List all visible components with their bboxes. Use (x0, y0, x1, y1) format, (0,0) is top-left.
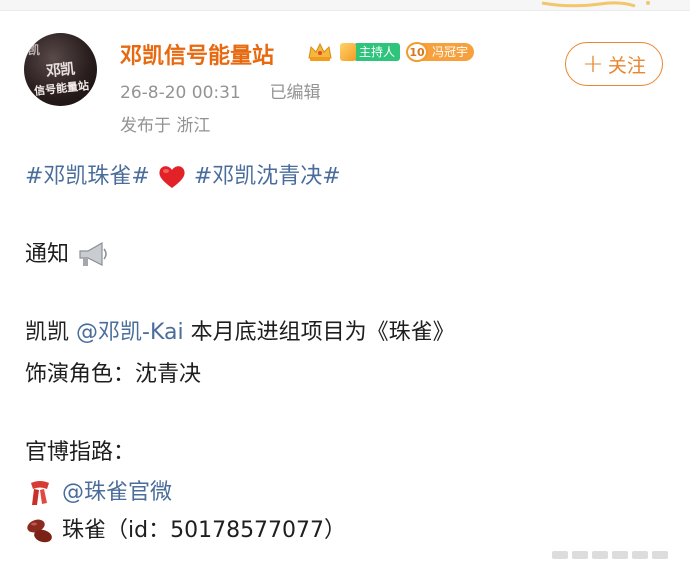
follow-button[interactable]: + 关注 (565, 42, 663, 86)
official-mention-line: @珠雀官微 (25, 474, 172, 507)
project-text-suffix: 本月底进组项目为《珠雀》 (183, 320, 455, 345)
host-badge[interactable]: 主持人 (340, 43, 401, 61)
avatar-text-top: 凯 (28, 43, 41, 57)
fan-badge[interactable]: 10 冯冠宇 (406, 42, 475, 62)
fan-badge-label: 冯冠宇 (422, 43, 475, 61)
host-badge-label: 主持人 (354, 43, 401, 61)
decoration-graphic (541, 1, 650, 8)
hashtag-link[interactable]: #邓凯珠雀# (25, 164, 150, 189)
project-line: 凯凯 @邓凯-Kai 本月底进组项目为《珠雀》 (25, 314, 455, 346)
badge-row: 主持人 10 冯冠宇 (306, 40, 475, 64)
heart-icon (159, 166, 185, 188)
hashtag-line: #邓凯珠雀# #邓凯沈青决# (25, 158, 341, 190)
follow-label: 关注 (607, 54, 646, 77)
avatar[interactable]: 凯 邓凯 信号能量站 (24, 33, 97, 106)
edited-label[interactable]: 已编辑 (270, 83, 321, 103)
beans-icon (27, 519, 52, 543)
post-meta: 26-8-20 00:31 已编辑 (120, 78, 321, 103)
id-line: 珠雀（id：50178577077） (25, 512, 346, 545)
hashtag-link[interactable]: #邓凯沈青决# (194, 164, 341, 189)
crown-icon[interactable] (306, 41, 334, 63)
fan-badge-level: 10 (406, 42, 429, 62)
project-text-prefix: 凯凯 (25, 320, 76, 345)
role-line: 饰演角色：沈青决 (25, 362, 202, 387)
timestamp: 26-8-20 00:31 (120, 83, 241, 103)
avatar-text-bottom: 信号能量站 (33, 79, 90, 98)
scarf-icon (31, 481, 49, 505)
username[interactable]: 邓凯信号能量站 (120, 38, 274, 70)
top-bar (0, 0, 690, 11)
mention-link[interactable]: @珠雀官微 (62, 480, 172, 505)
official-line: 官博指路： (25, 440, 136, 465)
mention-link[interactable]: @邓凯-Kai (76, 320, 184, 345)
id-text: 珠雀（id：50178577077） (62, 518, 347, 543)
watermark-graphic (552, 551, 668, 559)
megaphone-icon (79, 241, 107, 266)
host-badge-icon (340, 43, 356, 61)
location-label: 发布于 浙江 (120, 116, 211, 136)
notice-line: 通知 (25, 236, 110, 270)
notice-text: 通知 (25, 242, 70, 267)
avatar-text-mid: 邓凯 (45, 59, 75, 81)
plus-icon: + (582, 49, 604, 79)
